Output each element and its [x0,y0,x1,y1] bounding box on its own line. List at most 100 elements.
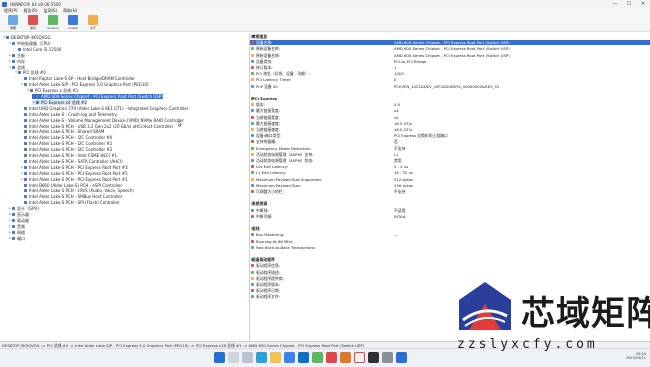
tree-item[interactable]: AMD 600-Series Chipset - PCI Express Roo… [32,94,163,99]
minimize-button[interactable]: — [608,0,622,8]
chrome-icon[interactable] [354,352,365,363]
tree-item[interactable]: ▸ 端口 [8,236,25,241]
hwinfo-icon[interactable] [396,352,407,363]
property-key: Fast Back-to-Back Transactions: [256,244,316,250]
tree-item[interactable]: Intel Alder Lake-S PCH - Shared SRAM [20,129,104,134]
property-row[interactable]: Emergency Power Reduction: 不支持 [250,146,650,151]
property-row[interactable] [250,195,650,200]
property-row[interactable]: PCI 地址（总线、设备、功能）: 1/0/0 [250,71,650,76]
tree-item[interactable]: ▸ 内存 [8,59,25,64]
property-icon [251,270,254,274]
property-row[interactable]: 最大链接速度: 16.0 GT/s [250,121,650,126]
task-view-icon[interactable] [242,352,253,363]
tree-item[interactable]: ▸ 显示器 [8,212,29,217]
tree-item[interactable]: Intel Alder Lake-S PCH - I2C Controller … [20,135,112,140]
tree-item[interactable]: ▸ 主板 [8,53,25,58]
toolbar-label: 关于 [89,25,96,30]
tree-item[interactable]: Intel Core i5-12500 [14,47,61,52]
tree-item[interactable]: ▸ Intel Alder Lake-S PCH - PCI Express Ro… [20,177,127,182]
tree-item[interactable]: Intel Alder Lake-S PCH - I2C Controller … [20,141,112,146]
property-row[interactable]: 原始设备名称: AMD 600-Series Chipset - PCI Expr… [250,53,650,58]
video-icon[interactable] [326,352,337,363]
property-row[interactable]: 当前链接速度: 16.0 GT/s [250,127,650,132]
tree-item[interactable]: ▸ Intel Alder Lake-S PCH - PCI Express Ro… [20,171,127,176]
tree-item[interactable]: Intel Alder Lake-S PCH - I2C Controller … [20,147,112,152]
tree-item[interactable]: ▸ 网络 [8,230,25,235]
property-row[interactable]: PCI Latency Timer: 0 [250,77,650,82]
tree-item[interactable]: Intel Alder Lake-S PCH - Intel CSME HECI… [20,153,117,158]
tree-item[interactable]: ▸ PCI Express x4 总线 #2 [32,99,87,105]
toolbar-button-4[interactable]: 关于 [86,14,100,31]
property-row[interactable]: 原始设备名称: AMD 600-Series Chipset - PCI Expr… [250,46,650,51]
property-row[interactable]: L0s Exit Latency: 2 - 4 us [250,164,650,169]
tree-item[interactable]: Intel UHD Graphics 770 (Alder Lake-S 8E1… [20,106,188,111]
property-row[interactable]: Maximum Payload Size Supported: 512 bytes [250,177,650,182]
property-row[interactable]: 中断线: 不适用 [250,208,650,213]
tree-item-label: 驱动器 [17,217,29,223]
property-row[interactable]: 活动状态电源管理（ASPM）状态: 禁用 [250,158,650,163]
property-row[interactable]: Bus Mastering: — [250,232,650,237]
settings-icon[interactable] [382,352,393,363]
property-row[interactable]: 活动状态电源管理（ASPM）支持: L1 [250,152,650,157]
tree-item[interactable]: ▸ 音频 [8,224,25,229]
property-row[interactable]: 设备类别: PCI-to-PCI Bridge [250,59,650,64]
toolbar-button-2[interactable]: Sensors [46,14,60,31]
file-explorer-icon[interactable] [270,352,281,363]
property-row[interactable]: L1 Exit Latency: 16 - 32 us [250,170,650,175]
toolbar-button-1[interactable]: 保存 [26,14,40,31]
music-icon[interactable] [340,352,351,363]
property-row[interactable]: 中断引脚: INTA# [250,214,650,219]
terminal-icon[interactable] [368,352,379,363]
property-icon [251,146,254,150]
property-row[interactable] [250,90,650,95]
tree-item[interactable]: ▾ 中央处理器（CPU） [8,41,53,46]
toolbar-button-3[interactable]: Install [66,14,80,31]
property-row[interactable]: 支持的插槽: 否 [250,139,650,144]
tree-item[interactable]: ▾ Intel Alder Lake-S/P - PCI Express 5.0 … [20,82,148,87]
tree-item[interactable]: Intel Alder Lake-S PCH - SATA Controller… [20,159,123,164]
tree-item[interactable]: Intel B660 (Alder Lake-S) PCH - eSPI Con… [20,183,122,188]
maximize-button[interactable]: ☐ [622,0,636,8]
tree-item[interactable]: ▾ PCI 总线 #0 [14,70,46,75]
tree-item[interactable]: ▸ 驱动器 [8,218,29,223]
chat-icon[interactable] [312,352,323,363]
property-row[interactable]: 最大链接宽度: x4 [250,108,650,113]
tree-item-label: Intel Alder Lake-S PCH - cAVS (Audio, Vo… [29,188,134,194]
tree-item[interactable]: Intel Alder Lake-S - Volume Management D… [20,118,184,123]
start-icon[interactable] [214,352,225,363]
store-icon[interactable] [284,352,295,363]
device-tree[interactable]: ▾ DESKTOP-3K5QVGG ▾ 中央处理器（CPU） Intel Core i5… [0,33,250,343]
browser-icon[interactable] [256,352,267,363]
system-tray[interactable]: 20:04 2023/10/11 [626,352,646,360]
close-button[interactable]: ✕ [636,0,650,8]
tree-item[interactable]: ▾ PCI Express x 总线 #1 [26,88,78,93]
property-row[interactable]: Running At 66 MHz: [250,239,650,244]
property-row[interactable]: Maximum Payload Size: 256 bytes [250,183,650,188]
tree-item[interactable]: Intel Alder Lake-S PCH - SMBus Host Cont… [20,194,122,199]
property-row[interactable]: 驱动程序描述: [250,270,650,275]
search-icon[interactable] [228,352,239,363]
tree-item[interactable]: ▾ DESKTOP-3K5QVGG [2,35,50,40]
property-row[interactable]: 驱动程序信息: [250,263,650,268]
tree-item[interactable]: Intel Alder Lake-S PCH - USB 3.2 Gen 2x2… [20,124,173,129]
property-row[interactable] [250,220,650,225]
property-row[interactable]: 当前链接宽度: x4 [250,115,650,120]
tree-item[interactable]: Intel Raptor Lake-S 6P - Host Bridge/DRA… [20,76,135,81]
property-row[interactable]: 设备/端口类型: PCI Express 交换机的上游端口 [250,133,650,138]
property-row[interactable]: 修订版本: 1 [250,65,650,70]
toolbar-button-0[interactable]: 概要 [6,14,20,31]
property-row[interactable] [250,251,650,256]
tree-item[interactable]: ▸ Intel Alder Lake-S PCH - PCI Express Ro… [20,165,127,170]
property-row[interactable]: Fast Back-to-Back Transactions: [250,245,650,250]
tree-item[interactable]: Intel Alder Lake-S PCH - cAVS (Audio, Vo… [20,188,134,193]
property-row[interactable]: PnP 设备 ID: PCI\VEN_1022&DEV_43F4&SUBSYS_0… [250,84,650,89]
tree-item-label: Intel Alder Lake-S PCH - SMBus Host Cont… [29,194,123,200]
property-row[interactable]: 版本: 4.0 [250,102,650,107]
tree-item[interactable]: ▸ 显卡（GPU） [8,206,41,211]
tree-item[interactable]: Intel Alder Lake-S - Crash-log and Telem… [20,112,117,117]
mail-icon[interactable] [298,352,309,363]
tree-item[interactable]: ▾ 总线 [8,65,25,70]
property-row[interactable]: 设备名称: AMD 600-Series Chipset - PCI Expres… [250,40,650,46]
property-row[interactable]: 可调整大小的栏: 不支持 [250,189,650,194]
tree-item[interactable]: Intel Alder Lake-S PCH - SPI (Flash) Con… [20,200,120,205]
